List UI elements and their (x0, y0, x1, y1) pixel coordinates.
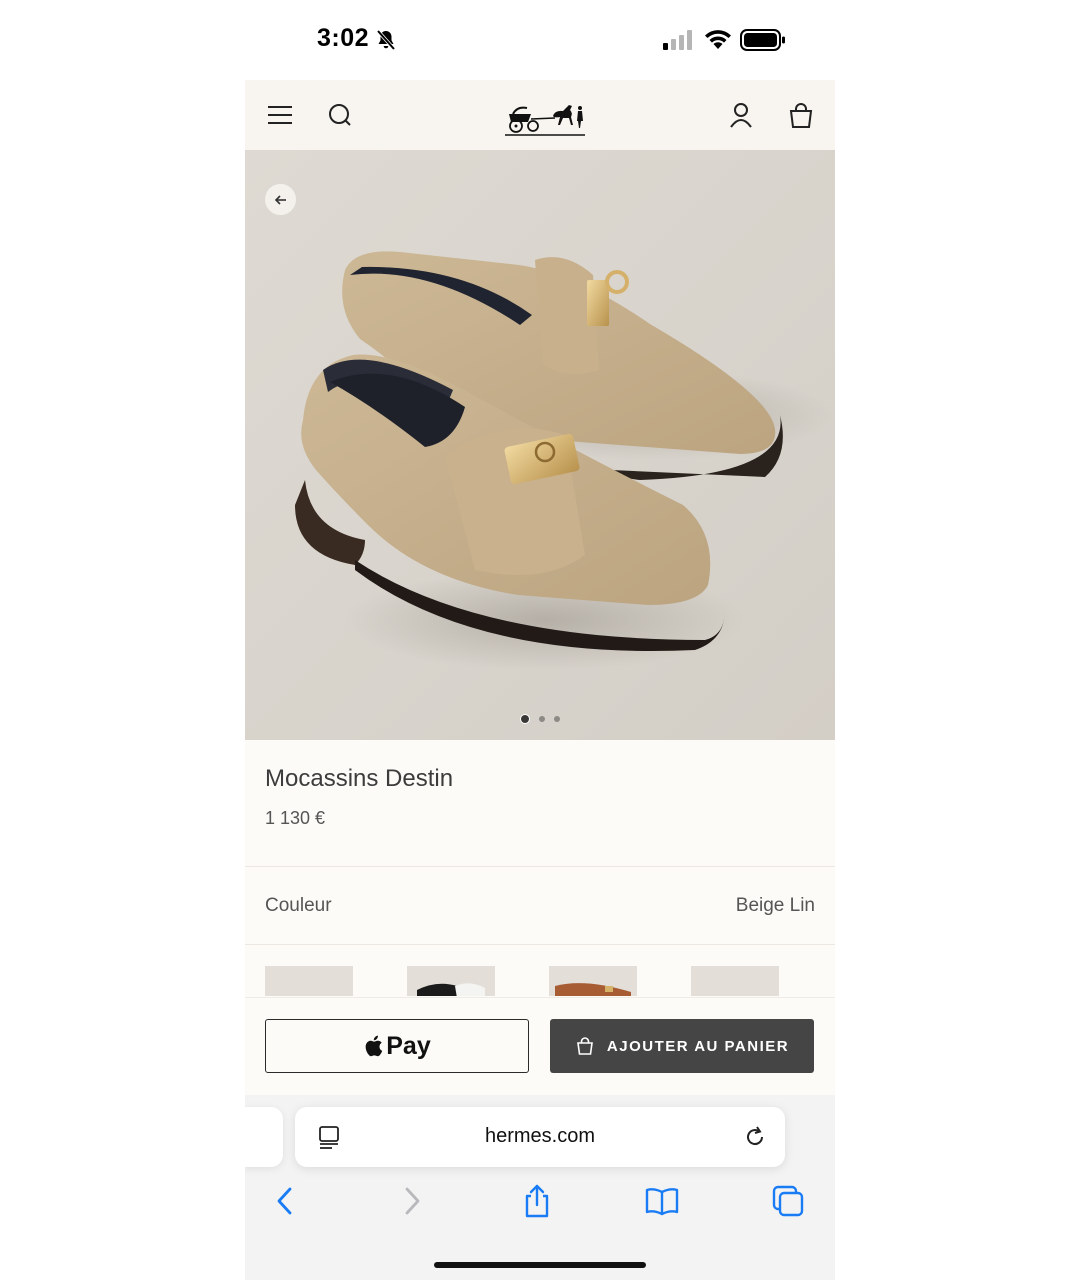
tabs-icon (772, 1185, 804, 1217)
home-indicator (434, 1262, 646, 1268)
account-icon[interactable] (726, 100, 756, 130)
battery-icon (740, 29, 785, 51)
reload-icon[interactable] (742, 1124, 768, 1150)
tabs-button[interactable] (770, 1183, 806, 1219)
add-to-cart-label: AJOUTER AU PANIER (606, 1037, 790, 1055)
site-header (245, 80, 835, 150)
carousel-dot[interactable] (539, 716, 545, 722)
product-price: 1 130 € (265, 808, 326, 828)
hermes-carriage-logo[interactable] (503, 92, 587, 140)
divider (245, 944, 835, 945)
color-value: Beige Lin (735, 895, 815, 916)
color-swatch-black[interactable] (407, 966, 495, 996)
previous-tab-preview[interactable] (245, 1107, 283, 1167)
phone-screen: 3:02 Mocassins Destin 1 130 € Couleur Be… (245, 0, 835, 1280)
apple-logo-icon (365, 1035, 383, 1057)
chevron-right-icon (405, 1187, 420, 1215)
product-title: Mocassins Destin (265, 765, 454, 792)
swatch-thumbnail (407, 966, 495, 996)
bookmarks-button[interactable] (644, 1183, 680, 1219)
product-photo-loafers (245, 150, 835, 740)
swatch-thumbnail (549, 966, 637, 996)
status-bar: 3:02 (245, 0, 835, 80)
cellular-signal-icon (663, 30, 692, 50)
url-text: hermes.com (484, 1125, 596, 1147)
apple-pay-button[interactable]: Pay (265, 1019, 529, 1073)
carousel-pagination (245, 714, 835, 724)
back-button[interactable] (267, 1183, 303, 1219)
color-swatch-brown[interactable] (549, 966, 637, 996)
shopping-bag-icon (576, 1037, 593, 1055)
address-bar[interactable]: hermes.com (295, 1107, 785, 1167)
share-icon (525, 1184, 549, 1218)
shopping-bag-icon[interactable] (786, 100, 816, 130)
search-icon[interactable] (325, 100, 355, 130)
add-to-cart-button[interactable]: AJOUTER AU PANIER (550, 1019, 814, 1073)
color-swatch-light[interactable] (691, 966, 779, 996)
carousel-dot[interactable] (520, 714, 530, 724)
silent-bell-icon (376, 29, 396, 51)
color-label: Couleur (265, 895, 332, 916)
product-image-carousel[interactable] (245, 150, 835, 740)
share-button[interactable] (519, 1183, 555, 1219)
forward-button[interactable] (394, 1183, 430, 1219)
purchase-action-bar: Pay AJOUTER AU PANIER (245, 997, 835, 1096)
menu-icon[interactable] (265, 100, 295, 130)
divider (245, 866, 835, 867)
carousel-dot[interactable] (554, 716, 560, 722)
chevron-left-icon (277, 1187, 292, 1215)
apple-pay-label: Pay (386, 1031, 431, 1060)
status-time: 3:02 (317, 24, 370, 52)
wifi-icon (705, 30, 731, 49)
gallery-back-button[interactable] (265, 184, 296, 215)
color-swatch-beige[interactable] (265, 966, 353, 996)
safari-toolbar: hermes.com (245, 1095, 835, 1280)
color-swatch-list (245, 966, 835, 996)
book-icon (645, 1188, 679, 1216)
arrow-left-icon (274, 194, 286, 205)
